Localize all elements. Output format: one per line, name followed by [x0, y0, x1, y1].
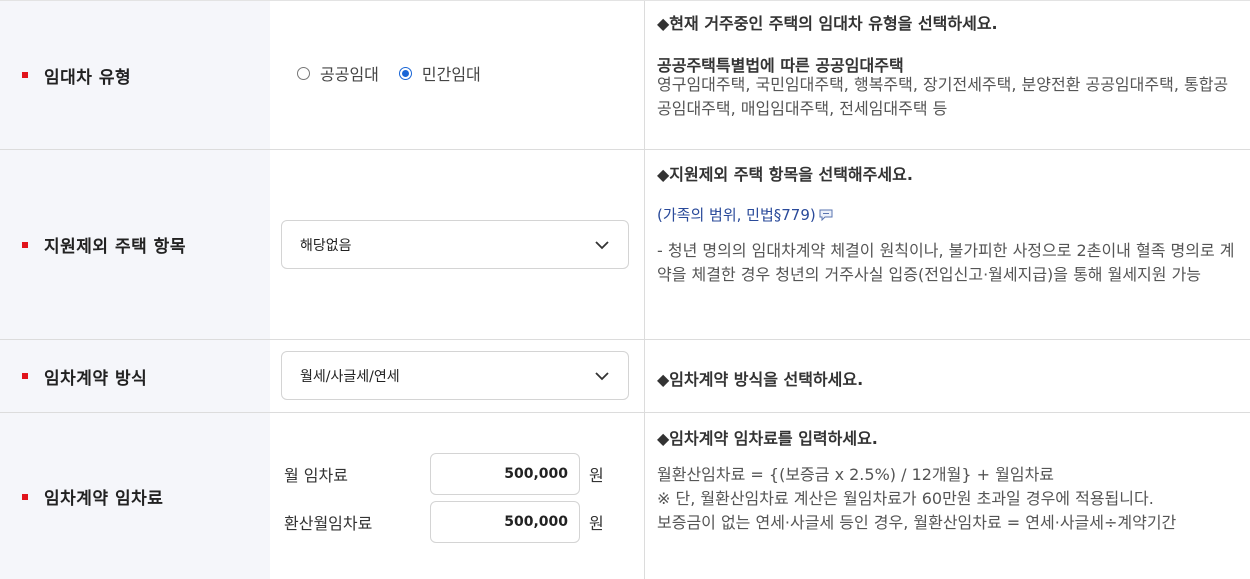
monthly-rent-input[interactable]: 500,000 — [430, 453, 580, 495]
contract-method-label: 임차계약 방식 — [44, 368, 148, 389]
monthly-rent-row: 월 임차료 500,000 원 — [284, 453, 604, 495]
monthly-rent-unit: 원 — [589, 466, 604, 485]
contract-method-select[interactable]: 월세/사글세/연세 — [281, 351, 629, 400]
row-excluded-housing: 지원제외 주택 항목 해당없음 ◆지원제외 주택 항목을 선택해주세요. (가족… — [0, 150, 1250, 340]
excluded-housing-description: ◆지원제외 주택 항목을 선택해주세요. (가족의 범위, 민법§779) - … — [645, 150, 1250, 339]
rent-desc-title: ◆임차계약 임차료를 입력하세요. — [657, 429, 878, 448]
lease-type-description: ◆현재 거주중인 주택의 임대차 유형을 선택하세요. 공공주택특별법에 따른 … — [645, 1, 1250, 149]
radio-public-lease-label[interactable]: 공공임대 — [320, 61, 379, 85]
rent-annual-note-text: 보증금이 없는 연세·사글세 등인 경우, 월환산임차료 = 연세·사글세÷계약… — [657, 513, 1177, 532]
contract-method-desc-title: ◆임차계약 방식을 선택하세요. — [657, 370, 864, 389]
converted-rent-row: 환산월임차료 500,000 원 — [284, 501, 604, 543]
lease-type-desc-text: 영구임대주택, 국민임대주택, 행복주택, 장기전세주택, 분양전환 공공임대주… — [657, 75, 1229, 118]
required-mark — [22, 493, 28, 500]
lease-type-label-cell: 임대차 유형 — [0, 1, 270, 149]
radio-private-lease-label[interactable]: 민간임대 — [422, 61, 481, 85]
excluded-housing-label: 지원제외 주택 항목 — [44, 237, 186, 257]
radio-public-lease-circle[interactable] — [297, 66, 310, 80]
lease-type-input-cell: 공공임대 민간임대 — [270, 1, 645, 149]
excluded-housing-label-cell: 지원제외 주택 항목 — [0, 150, 270, 339]
chevron-down-icon — [595, 240, 609, 249]
speech-bubble-icon[interactable] — [819, 209, 833, 221]
monthly-rent-label: 월 임차료 — [284, 466, 348, 485]
excluded-housing-desc-title: ◆지원제외 주택 항목을 선택해주세요. — [657, 165, 913, 184]
contract-method-description: ◆임차계약 방식을 선택하세요. — [645, 340, 1250, 412]
lease-type-label: 임대차 유형 — [44, 67, 132, 88]
radio-public-lease[interactable]: 공공임대 — [297, 61, 379, 85]
contract-method-input-cell: 월세/사글세/연세 — [270, 340, 645, 412]
radio-private-lease[interactable]: 민간임대 — [398, 61, 481, 85]
row-contract-method: 임차계약 방식 월세/사글세/연세 ◆임차계약 방식을 선택하세요. — [0, 340, 1250, 413]
rent-label-cell: 임차계약 임차료 — [0, 413, 270, 579]
lease-type-radio-group: 공공임대 민간임대 — [297, 61, 501, 85]
family-scope-link[interactable]: (가족의 범위, 민법§779) — [657, 204, 833, 225]
converted-rent-input[interactable]: 500,000 — [430, 501, 580, 543]
chevron-down-icon — [595, 371, 609, 380]
rent-note-text: ※ 단, 월환산임차료 계산은 월임차료가 60만원 초과일 경우에 적용됩니다… — [657, 489, 1154, 508]
excluded-housing-input-cell: 해당없음 — [270, 150, 645, 339]
required-mark — [22, 373, 28, 379]
radio-private-lease-circle[interactable] — [398, 66, 412, 80]
converted-rent-unit: 원 — [589, 514, 604, 533]
excluded-housing-select[interactable]: 해당없음 — [281, 220, 629, 269]
required-mark — [22, 241, 28, 248]
converted-rent-label: 환산월임차료 — [284, 514, 373, 533]
contract-method-label-cell: 임차계약 방식 — [0, 340, 270, 412]
rent-description: ◆임차계약 임차료를 입력하세요. 월환산임차료 = {(보증금 x 2.5%)… — [645, 413, 1250, 579]
lease-form-table: 임대차 유형 공공임대 민간임대 ◆현재 거주중인 주택의 임대차 유형을 선택… — [0, 0, 1250, 579]
rent-input-cell: 월 임차료 500,000 원 환산월임차료 500,000 원 — [270, 413, 645, 579]
rent-formula-text: 월환산임차료 = {(보증금 x 2.5%) / 12개월} + 월임차료 — [657, 465, 1055, 484]
required-mark — [22, 72, 28, 78]
lease-type-desc-title: ◆현재 거주중인 주택의 임대차 유형을 선택하세요. — [657, 14, 998, 33]
rent-label: 임차계약 임차료 — [44, 489, 164, 509]
row-lease-type: 임대차 유형 공공임대 민간임대 ◆현재 거주중인 주택의 임대차 유형을 선택… — [0, 1, 1250, 150]
excluded-housing-desc-text: - 청년 명의의 임대차계약 체결이 원칙이나, 불가피한 사정으로 2촌이내 … — [657, 241, 1235, 284]
excluded-housing-select-value: 해당없음 — [300, 237, 352, 254]
family-scope-link-text[interactable]: (가족의 범위, 민법§779) — [657, 204, 816, 225]
contract-method-select-value: 월세/사글세/연세 — [300, 368, 400, 385]
row-rent: 임차계약 임차료 월 임차료 500,000 원 환산월임차료 500,000 … — [0, 413, 1250, 579]
